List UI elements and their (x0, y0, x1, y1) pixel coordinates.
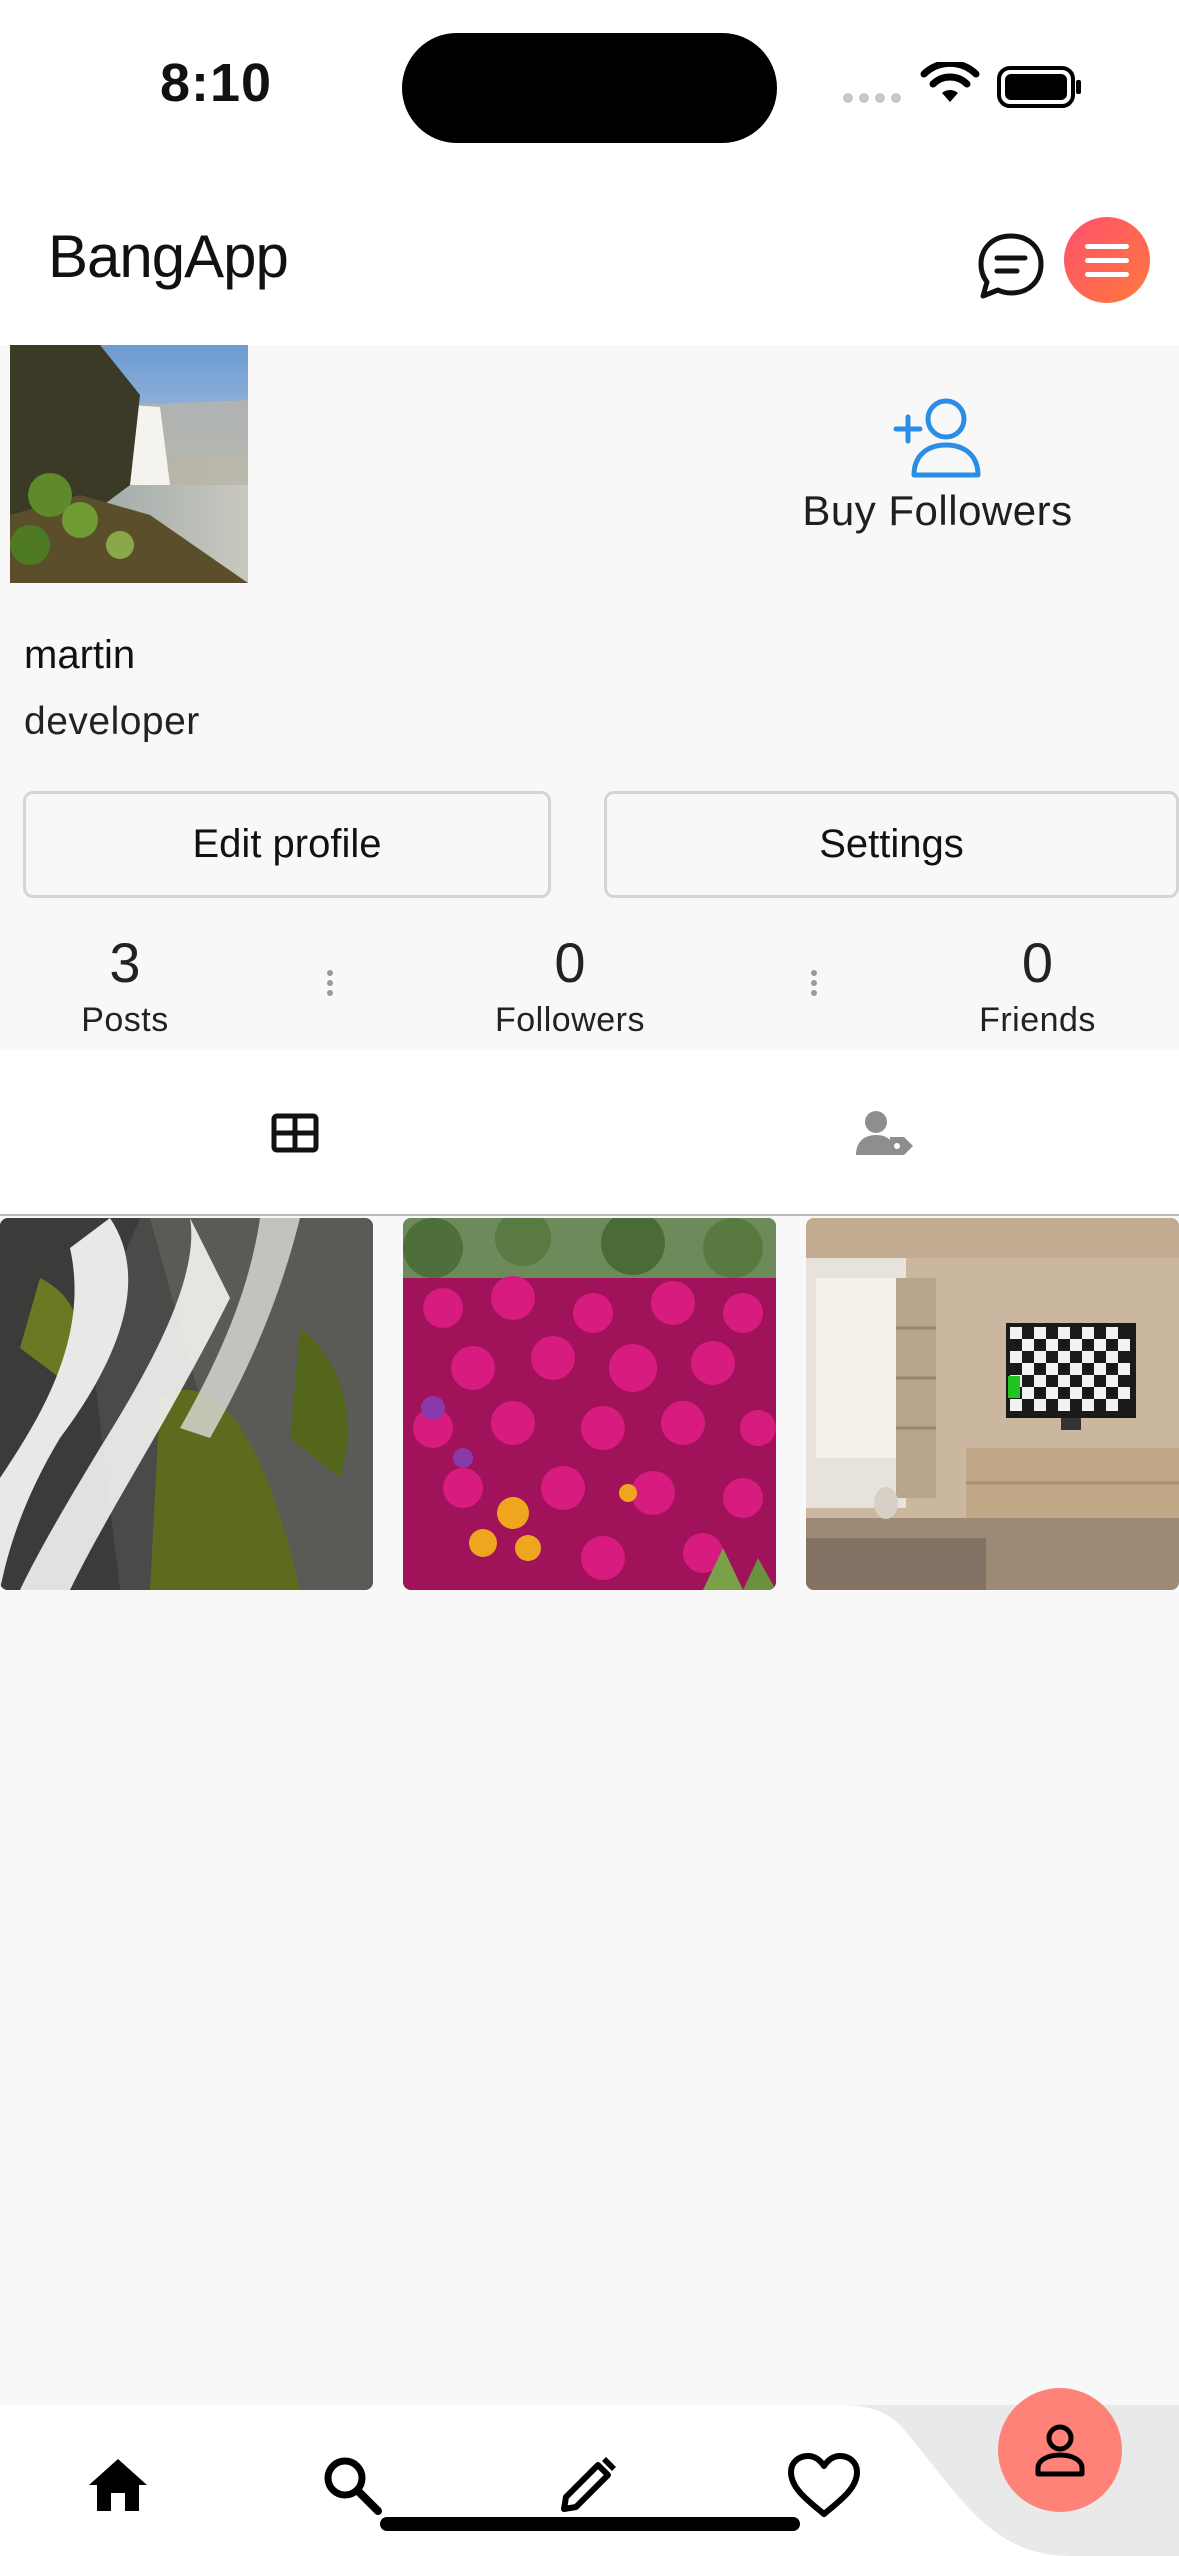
posts-label: Posts (81, 1001, 169, 1039)
home-icon (89, 2459, 147, 2511)
post-thumbnail[interactable] (403, 1218, 776, 1590)
add-person-icon (893, 398, 980, 478)
friends-label: Friends (979, 1001, 1096, 1039)
followers-label: Followers (495, 1001, 645, 1039)
flowers-photo (403, 1218, 776, 1590)
stat-divider (811, 970, 817, 996)
person-icon (1035, 2424, 1085, 2477)
posts-count: 3 (109, 931, 141, 994)
grid-icon (271, 1113, 319, 1153)
tagged-user-icon (855, 1111, 913, 1155)
battery-icon (997, 66, 1081, 108)
menu-button[interactable] (1064, 217, 1150, 303)
followers-count: 0 (554, 931, 586, 994)
friends-count: 0 (1021, 931, 1054, 994)
post-thumbnail[interactable] (806, 1218, 1179, 1590)
dynamic-island (402, 33, 777, 143)
app-header: BangApp (0, 170, 1179, 345)
app-title: BangApp (48, 223, 289, 290)
chat-button[interactable] (975, 230, 1047, 302)
heart-icon (788, 2453, 860, 2517)
tab-tagged[interactable] (590, 1050, 1179, 1216)
tab-posts-grid[interactable] (0, 1050, 590, 1216)
cellular-signal-icon (843, 93, 905, 105)
wifi-icon (920, 62, 980, 102)
pencil-icon (561, 2457, 616, 2512)
search-icon (324, 2457, 382, 2515)
profile-username: martin (24, 633, 136, 677)
nav-profile[interactable] (998, 2388, 1122, 2512)
menu-icon (1085, 243, 1129, 249)
stat-divider (327, 970, 333, 996)
chat-bubble-icon (978, 233, 1044, 299)
buy-followers-label: Buy Followers (802, 487, 1073, 534)
profile-section: Buy Followers martin developer Edit prof… (0, 345, 1179, 1050)
settings-button[interactable]: Settings (604, 791, 1179, 898)
nav-favorites[interactable] (784, 2445, 864, 2525)
posts-stat[interactable]: 3 Posts (50, 930, 200, 1040)
avatar[interactable] (10, 345, 248, 583)
friends-stat[interactable]: 0 Friends (955, 930, 1120, 1040)
nav-search[interactable] (312, 2445, 392, 2525)
status-bar: 8:10 (0, 0, 1179, 170)
followers-stat[interactable]: 0 Followers (470, 930, 670, 1040)
home-indicator (380, 2517, 800, 2531)
waterfall-photo (0, 1218, 373, 1590)
nav-home[interactable] (78, 2445, 158, 2525)
avatar-waterfall-image (10, 345, 248, 583)
profile-bio: developer (24, 700, 200, 743)
buy-followers-button[interactable]: Buy Followers (780, 395, 1095, 545)
post-thumbnail[interactable] (0, 1218, 373, 1590)
status-time: 8:10 (160, 53, 273, 113)
profile-tab-bar (0, 1050, 1179, 1216)
edit-profile-button[interactable]: Edit profile (23, 791, 551, 898)
nav-create-post[interactable] (548, 2445, 628, 2525)
room-tv-photo (806, 1218, 1179, 1590)
